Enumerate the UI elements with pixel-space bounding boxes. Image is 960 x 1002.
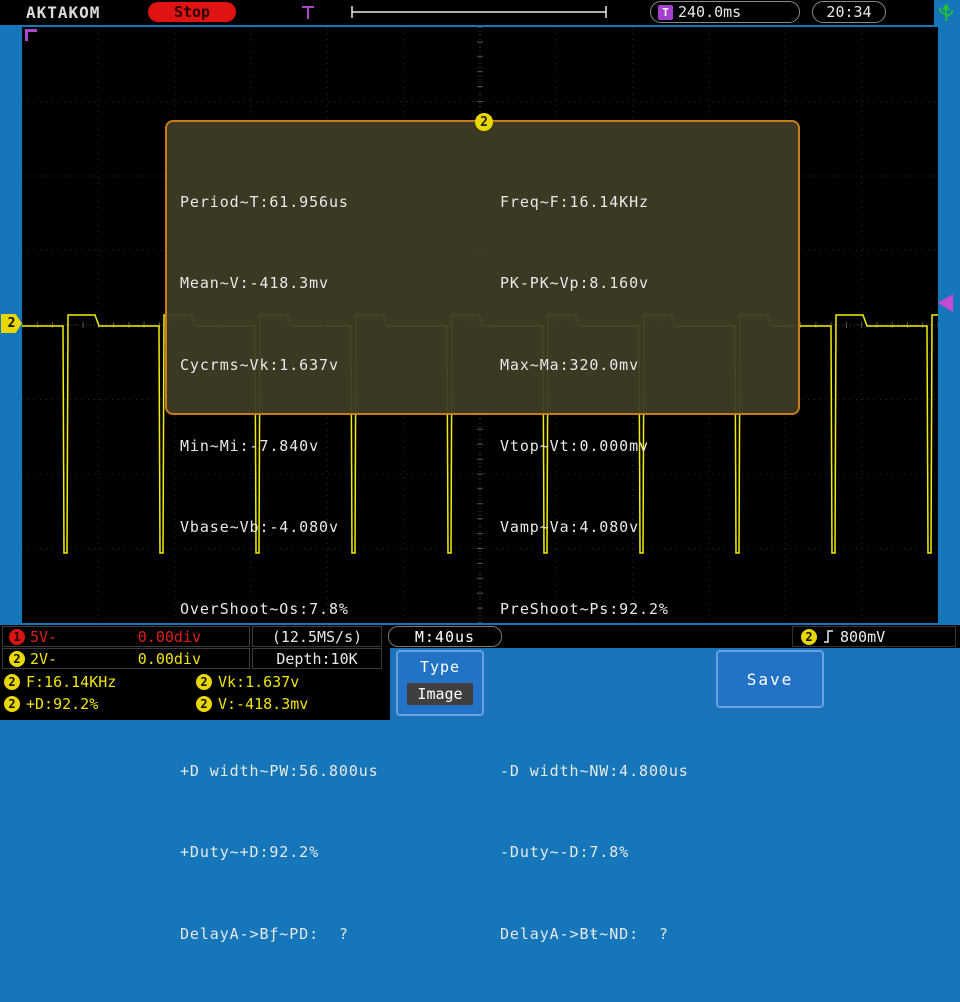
channel1-info: 1 5V- 0.00div (2, 626, 250, 647)
waveform-display-area: 2 Period~T:61.956us Mean~V:-418.3mv Cycr… (22, 27, 938, 623)
type-softkey-value[interactable]: Image (407, 683, 473, 705)
measurement-item: PreShoot~Ps:92.2% (500, 596, 709, 623)
measurement-column-right: Freq~F:16.14KHz PK-PK~Vp:8.160v Max~Ma:3… (500, 135, 709, 1002)
measurement-item: Vamp~Va:4.080v (500, 514, 709, 541)
measurement-item: +D width~PW:56.800us (180, 758, 379, 785)
top-status-bar: AKTAKOM Stop T 240.0ms 20:34 (0, 0, 934, 25)
measurement-item: DelayA->Bƒ~PD: ? (180, 921, 379, 948)
trigger-level-value: 800mV (840, 628, 885, 646)
rising-edge-icon (823, 629, 834, 644)
measure-value: V:-418.3mv (218, 695, 308, 713)
quick-measure: 2 Vk:1.637v (196, 672, 299, 692)
measurement-item: Vtop~Vt:0.000mv (500, 433, 709, 460)
sample-rate: (12.5MS/s) (252, 626, 382, 647)
measurement-item: -Duty~-D:7.8% (500, 839, 709, 866)
channel2-badge-icon: 2 (9, 651, 25, 667)
memory-depth: Depth:10K (252, 648, 382, 669)
brand-logo: AKTAKOM (26, 3, 100, 22)
trigger-level-marker[interactable] (938, 294, 953, 312)
channel2-scale: 2V- (30, 650, 57, 668)
trigger-time-value: 240.0ms (678, 3, 741, 21)
trigger-position-indicator (298, 2, 618, 22)
save-softkey-button[interactable]: Save (716, 650, 824, 708)
measurement-item: Freq~F:16.14KHz (500, 189, 709, 216)
channel1-position: 0.00div (138, 628, 201, 646)
quick-measure: 2 F:16.14KHz (4, 672, 116, 692)
channel2-position: 0.00div (138, 650, 201, 668)
measurement-item: Period~T:61.956us (180, 189, 379, 216)
trigger-position-flag (25, 29, 38, 42)
type-softkey-button[interactable]: Type Image (396, 650, 484, 716)
timebase: M:40us (388, 626, 502, 647)
trigger-source-badge-icon: 2 (801, 629, 817, 645)
trigger-time-badge: T 240.0ms (650, 1, 800, 23)
measure-channel-badge-icon: 2 (4, 696, 20, 712)
measurement-item: Vbase~Vb:-4.080v (180, 514, 379, 541)
measurement-item: DelayA->Bŧ~ND: ? (500, 921, 709, 948)
channel1-scale: 5V- (30, 628, 57, 646)
trigger-t-icon: T (658, 5, 673, 20)
run-state-badge: Stop (148, 2, 236, 22)
measurement-item: OverShoot~Os:7.8% (180, 596, 379, 623)
measure-value: Vk:1.637v (218, 673, 299, 691)
measure-channel-badge-icon: 2 (196, 674, 212, 690)
measurement-item: Mean~V:-418.3mv (180, 270, 379, 297)
bottom-status-bar: 1 5V- 0.00div 2 2V- 0.00div (12.5MS/s) D… (0, 625, 960, 720)
channel2-position-marker[interactable]: 2 (1, 314, 22, 333)
measurement-panel: 2 Period~T:61.956us Mean~V:-418.3mv Cycr… (165, 120, 800, 415)
quick-measure: 2 +D:92.2% (4, 694, 98, 714)
measurement-column-left: Period~T:61.956us Mean~V:-418.3mv Cycrms… (180, 135, 379, 1002)
measurement-item: Cycrms~Vk:1.637v (180, 352, 379, 379)
measurement-item: Max~Ma:320.0mv (500, 352, 709, 379)
measurement-item: Min~Mi:-7.840v (180, 433, 379, 460)
quick-measure: 2 V:-418.3mv (196, 694, 308, 714)
measurement-item: PK-PK~Vp:8.160v (500, 270, 709, 297)
measure-channel-badge-icon: 2 (196, 696, 212, 712)
measurement-item: -D width~NW:4.800us (500, 758, 709, 785)
channel1-badge-icon: 1 (9, 629, 25, 645)
measurement-item: +Duty~+D:92.2% (180, 839, 379, 866)
measure-value: +D:92.2% (26, 695, 98, 713)
measure-channel-badge-icon: 2 (4, 674, 20, 690)
type-softkey-label: Type (398, 658, 482, 676)
usb-status-icon (936, 2, 956, 23)
oscilloscope-screen: { "top_bar": { "brand": "AKTAKOM", "run_… (0, 0, 960, 720)
clock: 20:34 (812, 1, 886, 23)
measure-value: F:16.14KHz (26, 673, 116, 691)
panel-channel-badge: 2 (475, 113, 493, 131)
trigger-info: 2 800mV (792, 626, 956, 647)
channel2-info: 2 2V- 0.00div (2, 648, 250, 669)
